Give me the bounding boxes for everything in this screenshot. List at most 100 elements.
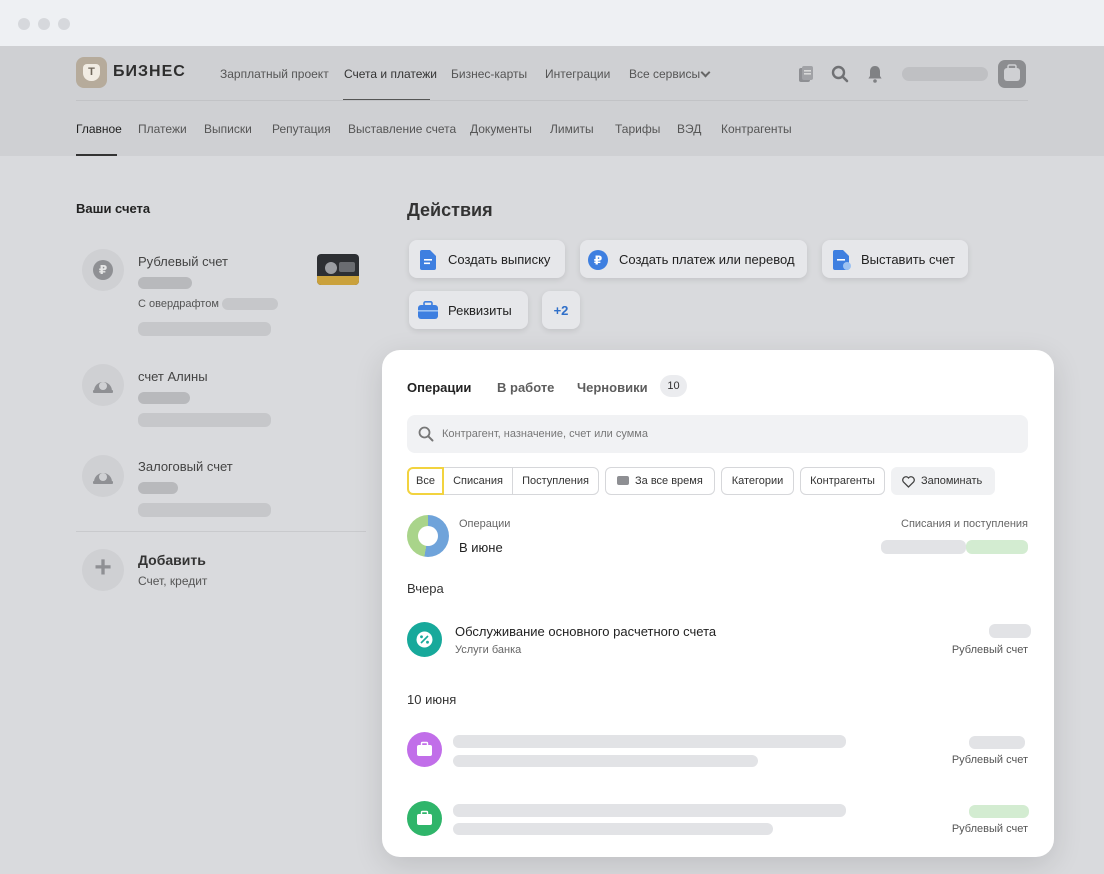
filter-all[interactable]: Все	[407, 467, 444, 495]
account-name[interactable]: счет Алины	[138, 369, 208, 384]
documents-icon[interactable]	[796, 64, 816, 84]
add-account-title[interactable]: Добавить	[138, 552, 206, 568]
more-actions-button[interactable]: +2	[542, 291, 580, 329]
subnav-documents[interactable]: Документы	[470, 122, 532, 136]
subnav-invoicing[interactable]: Выставление счета	[348, 122, 456, 136]
create-payment-button[interactable]: ₽ Создать платеж или перевод	[580, 240, 807, 278]
transaction-account: Рублевый счет	[951, 823, 1028, 835]
transaction-subtitle-blurred	[453, 823, 773, 835]
transaction-title[interactable]: Обслуживание основного расчетного счета	[455, 624, 716, 639]
window-minimize-dot[interactable]	[38, 18, 50, 30]
heart-icon	[902, 476, 915, 488]
search-icon[interactable]	[830, 64, 850, 84]
filter-period-label: За все время	[635, 475, 703, 487]
briefcase-icon	[418, 301, 438, 319]
subnav-tariffs[interactable]: Тарифы	[615, 122, 660, 136]
search-placeholder: Контрагент, назначение, счет или сумма	[442, 428, 648, 440]
summary-label: Операции	[459, 518, 511, 530]
issue-invoice-label: Выставить счет	[861, 252, 955, 267]
svg-text:₽: ₽	[594, 254, 602, 268]
window-maximize-dot[interactable]	[58, 18, 70, 30]
subnav-ved[interactable]: ВЭД	[677, 122, 701, 136]
date-group-header: Вчера	[407, 581, 444, 596]
remember-filters-button[interactable]: Запоминать	[891, 467, 995, 495]
accounts-title: Ваши счета	[76, 201, 151, 216]
transaction-amount-blurred	[969, 805, 1029, 818]
document-icon	[420, 250, 436, 270]
transaction-amount-blurred	[989, 624, 1031, 638]
more-actions-label: +2	[553, 303, 569, 318]
transaction-amount-blurred	[969, 736, 1025, 749]
operations-panel: Операции В работе Черновики 10 Контраген…	[382, 350, 1054, 857]
logo[interactable]: Т	[76, 57, 107, 88]
issue-invoice-button[interactable]: Выставить счет	[822, 240, 968, 278]
account-icon	[82, 364, 124, 406]
filter-credits[interactable]: Поступления	[512, 467, 599, 495]
date-group-header: 10 июня	[407, 692, 457, 707]
remember-filters-label: Запоминать	[921, 475, 983, 487]
transaction-account: Рублевый счет	[951, 754, 1028, 766]
subnav-main[interactable]: Главное	[76, 122, 122, 136]
account-name[interactable]: Рублевый счет	[138, 254, 228, 269]
filter-categories[interactable]: Категории	[721, 467, 794, 495]
topnav-salary[interactable]: Зарплатный проект	[220, 67, 329, 81]
header-divider	[76, 100, 1028, 101]
account-number-blurred	[138, 413, 271, 427]
operations-donut-chart[interactable]	[407, 515, 449, 557]
topnav-accounts[interactable]: Счета и платежи	[344, 67, 437, 81]
summary-right-label: Списания и поступления	[901, 518, 1028, 530]
transaction-title-blurred[interactable]	[453, 804, 846, 817]
topnav-cards[interactable]: Бизнес-карты	[451, 67, 527, 81]
briefcase-icon	[417, 810, 432, 825]
user-name-blurred[interactable]	[902, 67, 988, 81]
subnav-statements[interactable]: Выписки	[204, 122, 252, 136]
subnav-limits[interactable]: Лимиты	[550, 122, 594, 136]
window-titlebar	[0, 0, 1104, 46]
account-balance-blurred	[138, 392, 190, 404]
account-balance-blurred	[138, 277, 192, 289]
topnav-integrations[interactable]: Интеграции	[545, 67, 610, 81]
account-balance-blurred	[138, 482, 178, 494]
plus-icon: +	[94, 551, 112, 584]
account-number-blurred	[138, 322, 271, 336]
card-thumbnail[interactable]	[317, 254, 359, 285]
piggy-icon	[93, 382, 113, 393]
subnav-payments[interactable]: Платежи	[138, 122, 187, 136]
operations-search-input[interactable]: Контрагент, назначение, счет или сумма	[407, 415, 1028, 453]
tab-operations[interactable]: Операции	[407, 380, 471, 395]
account-icon	[82, 455, 124, 497]
transaction-icon	[407, 622, 442, 657]
topnav-all-services[interactable]: Все сервисы	[629, 67, 700, 81]
transaction-icon	[407, 801, 442, 836]
debits-amount-blurred	[881, 540, 966, 554]
subnav-reputation[interactable]: Репутация	[272, 122, 331, 136]
requisites-button[interactable]: Реквизиты	[409, 291, 528, 329]
transaction-title-blurred[interactable]	[453, 735, 846, 748]
ruble-coin-icon: ₽	[588, 250, 608, 270]
piggy-icon	[93, 473, 113, 484]
summary-month[interactable]: В июне	[459, 540, 503, 555]
bell-icon[interactable]	[865, 64, 885, 84]
ruble-icon: ₽	[93, 260, 113, 280]
account-name[interactable]: Залоговый счет	[138, 459, 233, 474]
subnav-counterparties[interactable]: Контрагенты	[721, 122, 792, 136]
filter-period[interactable]: За все время	[605, 467, 715, 495]
invoice-icon	[833, 250, 851, 270]
accounts-divider	[76, 531, 366, 532]
filter-counterparties[interactable]: Контрагенты	[800, 467, 885, 495]
filter-debits[interactable]: Списания	[444, 467, 513, 495]
add-account-button[interactable]: +	[82, 549, 124, 591]
tab-drafts[interactable]: Черновики	[577, 380, 648, 395]
transaction-subtitle-blurred	[453, 755, 758, 767]
tab-in-progress[interactable]: В работе	[497, 380, 554, 395]
avatar[interactable]	[998, 60, 1026, 88]
window-close-dot[interactable]	[18, 18, 30, 30]
create-statement-button[interactable]: Создать выписку	[409, 240, 565, 278]
account-overdraft-label: С овердрафтом	[138, 298, 219, 310]
requisites-label: Реквизиты	[448, 303, 512, 318]
transaction-icon	[407, 732, 442, 767]
subnav-active-indicator	[76, 154, 117, 156]
search-icon	[418, 426, 434, 442]
briefcase-icon	[417, 741, 432, 756]
brand-name[interactable]: БИЗНЕС	[113, 63, 186, 81]
